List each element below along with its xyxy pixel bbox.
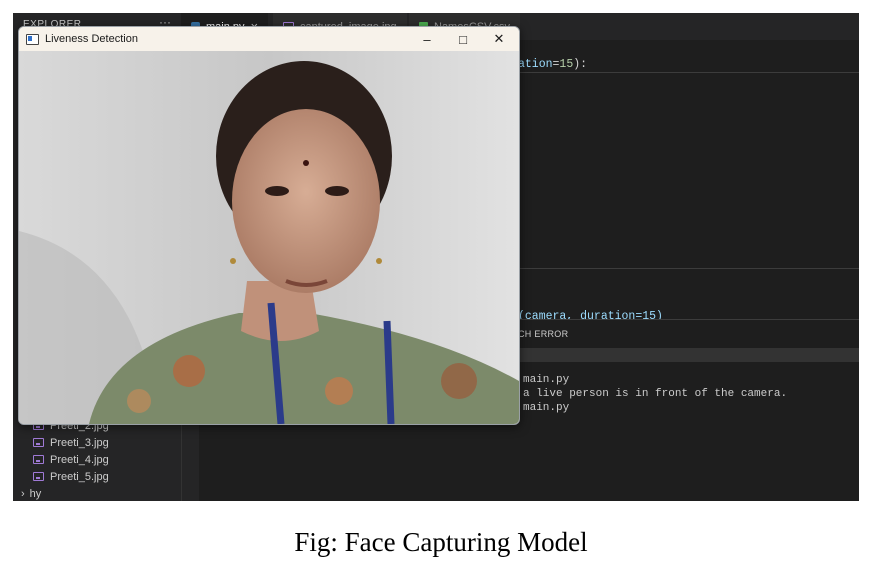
screenshot-frame: EXPLORER ··· Preeti_2.jpg Preeti_3.jpg P… [13, 13, 859, 501]
image-file-icon [33, 472, 44, 481]
window-title: Liveness Detection [45, 33, 138, 45]
folder-name: hy [29, 487, 42, 500]
editor-divider [518, 72, 859, 73]
panel-toolbar [518, 348, 859, 362]
editor-divider [518, 268, 859, 269]
window-titlebar[interactable]: Liveness Detection – □ ✕ [19, 27, 519, 51]
file-name: Preeti_5.jpg [50, 470, 109, 483]
camera-feed [19, 51, 519, 424]
terminal-line: main.py [523, 402, 570, 414]
maximize-button[interactable]: □ [445, 27, 481, 51]
file-item[interactable]: Preeti_3.jpg [21, 434, 181, 451]
file-name: Preeti_4.jpg [50, 453, 109, 466]
close-button[interactable]: ✕ [481, 27, 517, 51]
code-token: 15 [559, 58, 574, 71]
image-file-icon [33, 455, 44, 464]
panel-tab-label[interactable]: CH ERROR [518, 329, 568, 339]
image-file-icon [33, 438, 44, 447]
chevron-right-icon: › [21, 487, 25, 500]
terminal-line: a live person is in front of the camera. [523, 388, 788, 400]
terminal-line: main.py [523, 374, 570, 386]
file-item[interactable]: Preeti_5.jpg [21, 468, 181, 485]
code-token: ): [573, 58, 588, 71]
folder-item[interactable]: › hy [21, 485, 181, 501]
file-name: Preeti_3.jpg [50, 436, 109, 449]
code-token: ation [518, 58, 553, 71]
file-list: Preeti_2.jpg Preeti_3.jpg Preeti_4.jpg P… [21, 417, 181, 501]
minimize-button[interactable]: – [409, 27, 445, 51]
app-icon [26, 33, 39, 45]
code-line[interactable]: ation=15): [518, 58, 587, 71]
liveness-window: Liveness Detection – □ ✕ [18, 26, 520, 425]
figure-caption: Fig: Face Capturing Model [294, 527, 588, 557]
file-item[interactable]: Preeti_4.jpg [21, 451, 181, 468]
